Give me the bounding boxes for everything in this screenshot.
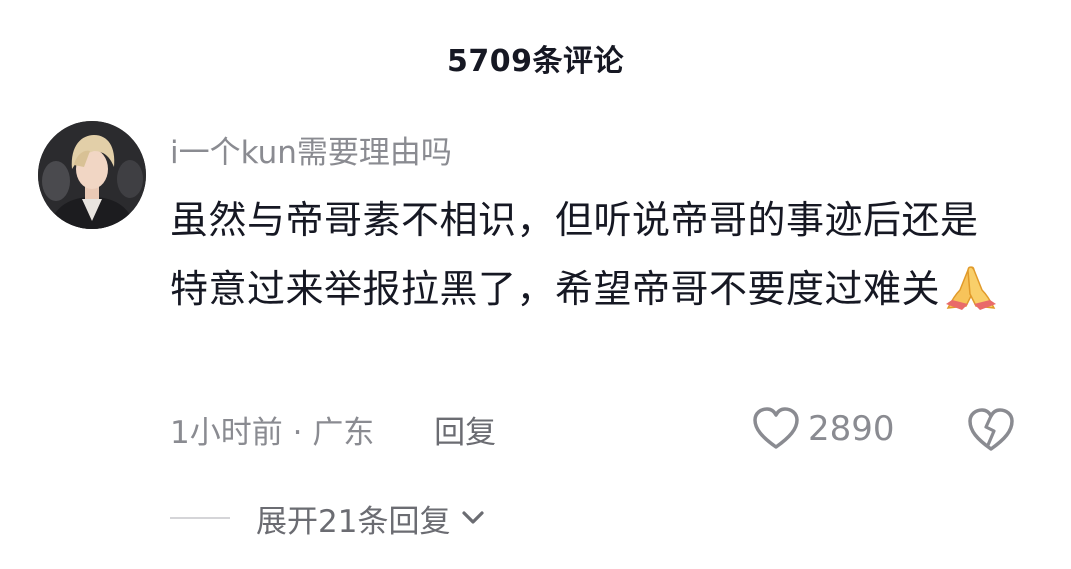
avatar[interactable] — [38, 121, 146, 229]
broken-heart-icon[interactable] — [966, 407, 1016, 453]
avatar-image — [38, 121, 146, 229]
comment-body: 虽然与帝哥素不相识，但听说帝哥的事迹后还是特意过来举报拉黑了，希望帝哥不要度过难… — [170, 186, 1000, 324]
comment-time: 1小时前 — [170, 415, 283, 451]
like-count: 2890 — [808, 409, 895, 449]
comment-text: 虽然与帝哥素不相识，但听说帝哥的事迹后还是特意过来举报拉黑了，希望帝哥不要度过难… — [170, 198, 979, 311]
comments-count-title: 5709条评论 — [447, 44, 624, 79]
heart-outline-icon — [753, 407, 799, 449]
comment-username[interactable]: i一个kun需要理由吗 — [170, 127, 452, 172]
reply-button[interactable]: 回复 — [434, 415, 496, 451]
folded-hands-emoji-icon — [946, 266, 997, 310]
expand-replies-label: 展开21条回复 — [256, 503, 451, 540]
expand-replies-button[interactable]: 展开21条回复 — [170, 494, 488, 542]
like-button[interactable]: 2890 — [752, 405, 895, 453]
comment-meta: 1小时前 · 广东 回复 — [170, 407, 496, 452]
chevron-down-icon — [462, 511, 485, 524]
comment-location: 广东 — [312, 415, 375, 451]
meta-separator: · — [292, 415, 303, 451]
expand-divider-line — [170, 517, 230, 519]
